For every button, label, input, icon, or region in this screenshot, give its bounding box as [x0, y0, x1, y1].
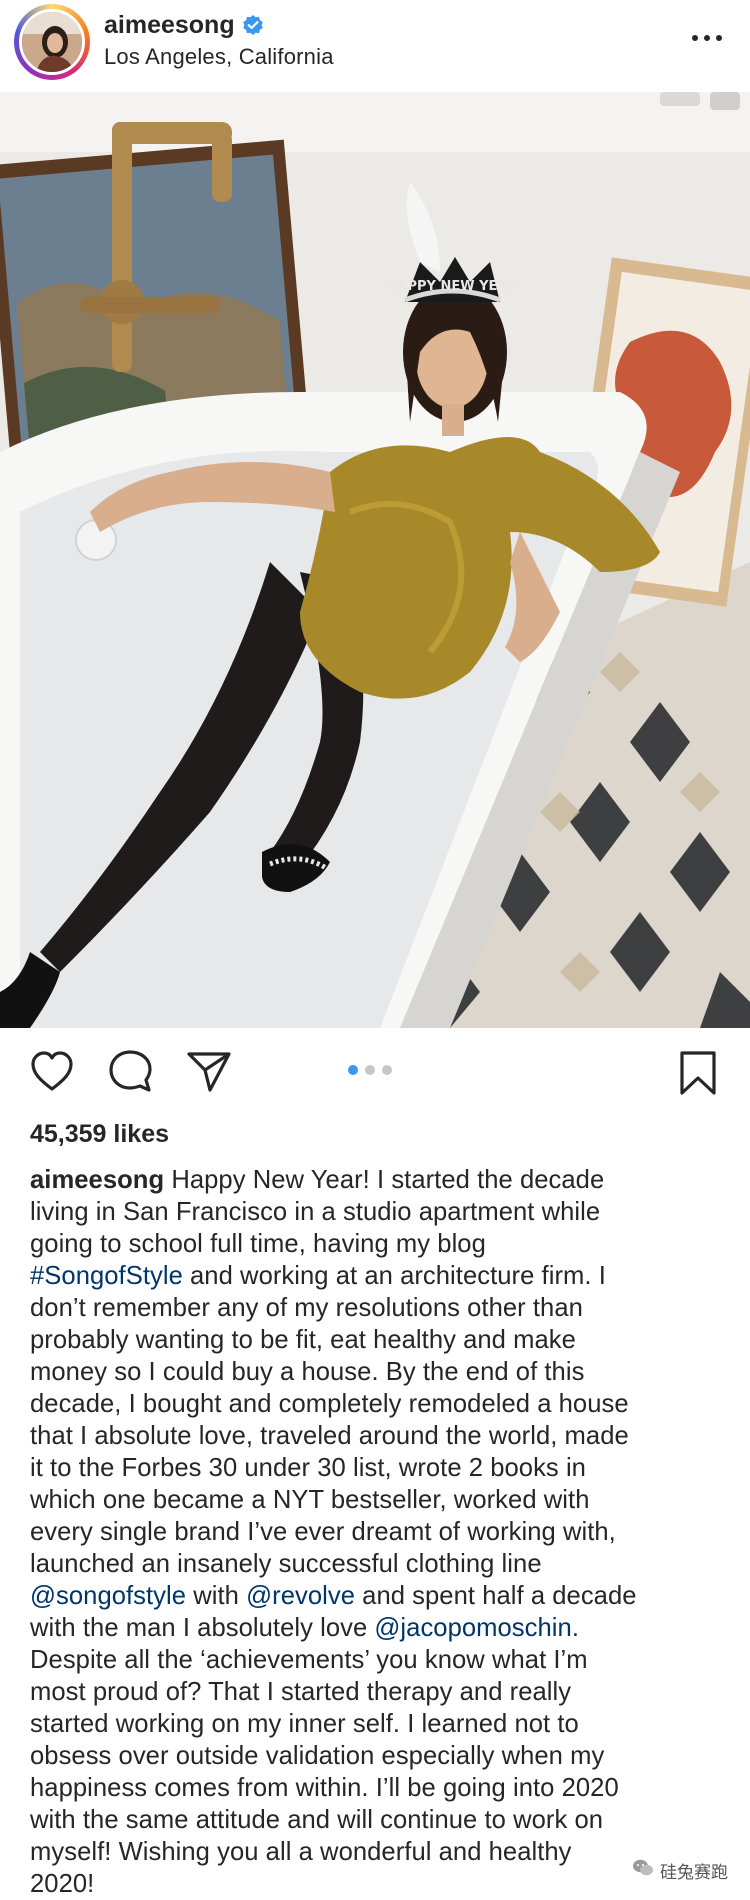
caption-line: #SongofStyle and working at an architect…	[30, 1260, 725, 1292]
caption-text: with the same attitude and will continue…	[30, 1806, 604, 1834]
caption-text: going to school full time, having my blo…	[30, 1230, 486, 1258]
caption-text: Happy New Year! I started the decade	[164, 1166, 605, 1194]
caption-line: myself! Wishing you all a wonderful and …	[30, 1836, 725, 1868]
caption-text: obsess over outside validation especiall…	[30, 1742, 605, 1770]
caption-line: most proud of? That I started therapy an…	[30, 1676, 725, 1708]
post-photo[interactable]: HAPPY NEW YEAR	[0, 92, 750, 1028]
caption-text: launched an insanely successful clothing…	[30, 1550, 542, 1578]
caption-text: started working on my inner self. I lear…	[30, 1710, 579, 1738]
caption-text: Despite all the ‘achievements’ you know …	[30, 1646, 588, 1674]
carousel-indicator	[348, 1065, 392, 1075]
caption-text: which one became a NYT bestseller, worke…	[30, 1486, 590, 1514]
caption-line: probably wanting to be fit, eat healthy …	[30, 1324, 725, 1356]
caption-line: every single brand I’ve ever dreamt of w…	[30, 1516, 725, 1548]
caption-text: 2020!	[30, 1870, 95, 1898]
mention-link[interactable]: @revolve	[246, 1582, 355, 1610]
paper-plane-icon[interactable]	[186, 1050, 232, 1097]
caption-line: it to the Forbes 30 under 30 list, wrote…	[30, 1452, 725, 1484]
likes-count[interactable]: 45,359 likes	[30, 1120, 169, 1149]
carousel-dot	[382, 1065, 392, 1075]
caption-text: living in San Francisco in a studio apar…	[30, 1198, 601, 1226]
heart-icon[interactable]	[30, 1050, 74, 1097]
carousel-dot	[348, 1065, 358, 1075]
caption-line: launched an insanely successful clothing…	[30, 1548, 725, 1580]
location-link[interactable]: Los Angeles, California	[104, 44, 334, 70]
caption-line: with the same attitude and will continue…	[30, 1804, 725, 1836]
caption-text: money so I could buy a house. By the end…	[30, 1358, 585, 1386]
caption-text: that I absolute love, traveled around th…	[30, 1422, 629, 1450]
caption-text: don’t remember any of my resolutions oth…	[30, 1294, 583, 1322]
caption-line: which one became a NYT bestseller, worke…	[30, 1484, 725, 1516]
comment-bubble-icon[interactable]	[108, 1050, 152, 1097]
tiara-text: HAPPY NEW YEAR	[387, 279, 518, 294]
caption-line: going to school full time, having my blo…	[30, 1228, 725, 1260]
caption-text: with the man I absolutely love	[30, 1614, 375, 1642]
caption-line: aimeesong Happy New Year! I started the …	[30, 1164, 725, 1196]
carousel-dot	[365, 1065, 375, 1075]
caption-text: every single brand I’ve ever dreamt of w…	[30, 1518, 616, 1546]
bookmark-icon[interactable]	[678, 1050, 718, 1101]
caption-line: that I absolute love, traveled around th…	[30, 1420, 725, 1452]
caption-line: money so I could buy a house. By the end…	[30, 1356, 725, 1388]
caption-line: living in San Francisco in a studio apar…	[30, 1196, 725, 1228]
caption-line: don’t remember any of my resolutions oth…	[30, 1292, 725, 1324]
caption-text: most proud of? That I started therapy an…	[30, 1678, 572, 1706]
caption-line: obsess over outside validation especiall…	[30, 1740, 725, 1772]
caption-text: it to the Forbes 30 under 30 list, wrote…	[30, 1454, 586, 1482]
hashtag-link[interactable]: #SongofStyle	[30, 1262, 183, 1290]
caption-text: with	[186, 1582, 247, 1610]
caption-text: probably wanting to be fit, eat healthy …	[30, 1326, 576, 1354]
more-options-icon[interactable]	[692, 26, 722, 50]
caption-line: Despite all the ‘achievements’ you know …	[30, 1644, 725, 1676]
avatar[interactable]	[19, 9, 85, 75]
caption-text: and working at an architecture firm. I	[182, 1262, 606, 1290]
verified-badge-icon	[242, 14, 264, 36]
post-header: aimeesong Los Angeles, California	[0, 0, 750, 92]
watermark-text: 硅兔赛跑	[660, 1863, 728, 1882]
watermark: 硅兔赛跑	[624, 1854, 736, 1887]
caption-line: @songofstyle with @revolve and spent hal…	[30, 1580, 725, 1612]
post-caption: aimeesong Happy New Year! I started the …	[30, 1164, 725, 1900]
caption-line: 2020!	[30, 1868, 725, 1900]
caption-line: started working on my inner self. I lear…	[30, 1708, 725, 1740]
caption-line: with the man I absolutely love @jacopomo…	[30, 1612, 725, 1644]
caption-line: happiness comes from within. I’ll be goi…	[30, 1772, 725, 1804]
caption-text: decade, I bought and completely remodele…	[30, 1390, 629, 1418]
mention-link[interactable]: @jacopomoschin	[374, 1614, 571, 1642]
caption-text: happiness comes from within. I’ll be goi…	[30, 1774, 619, 1802]
wechat-icon	[632, 1858, 654, 1883]
story-ring[interactable]	[14, 4, 90, 80]
caption-username[interactable]: aimeesong	[30, 1166, 164, 1194]
caption-text: myself! Wishing you all a wonderful and …	[30, 1838, 572, 1866]
mention-link[interactable]: @songofstyle	[30, 1582, 186, 1610]
caption-line: decade, I bought and completely remodele…	[30, 1388, 725, 1420]
username[interactable]: aimeesong	[104, 11, 235, 40]
caption-text: .	[571, 1614, 579, 1642]
caption-text: and spent half a decade	[355, 1582, 637, 1610]
